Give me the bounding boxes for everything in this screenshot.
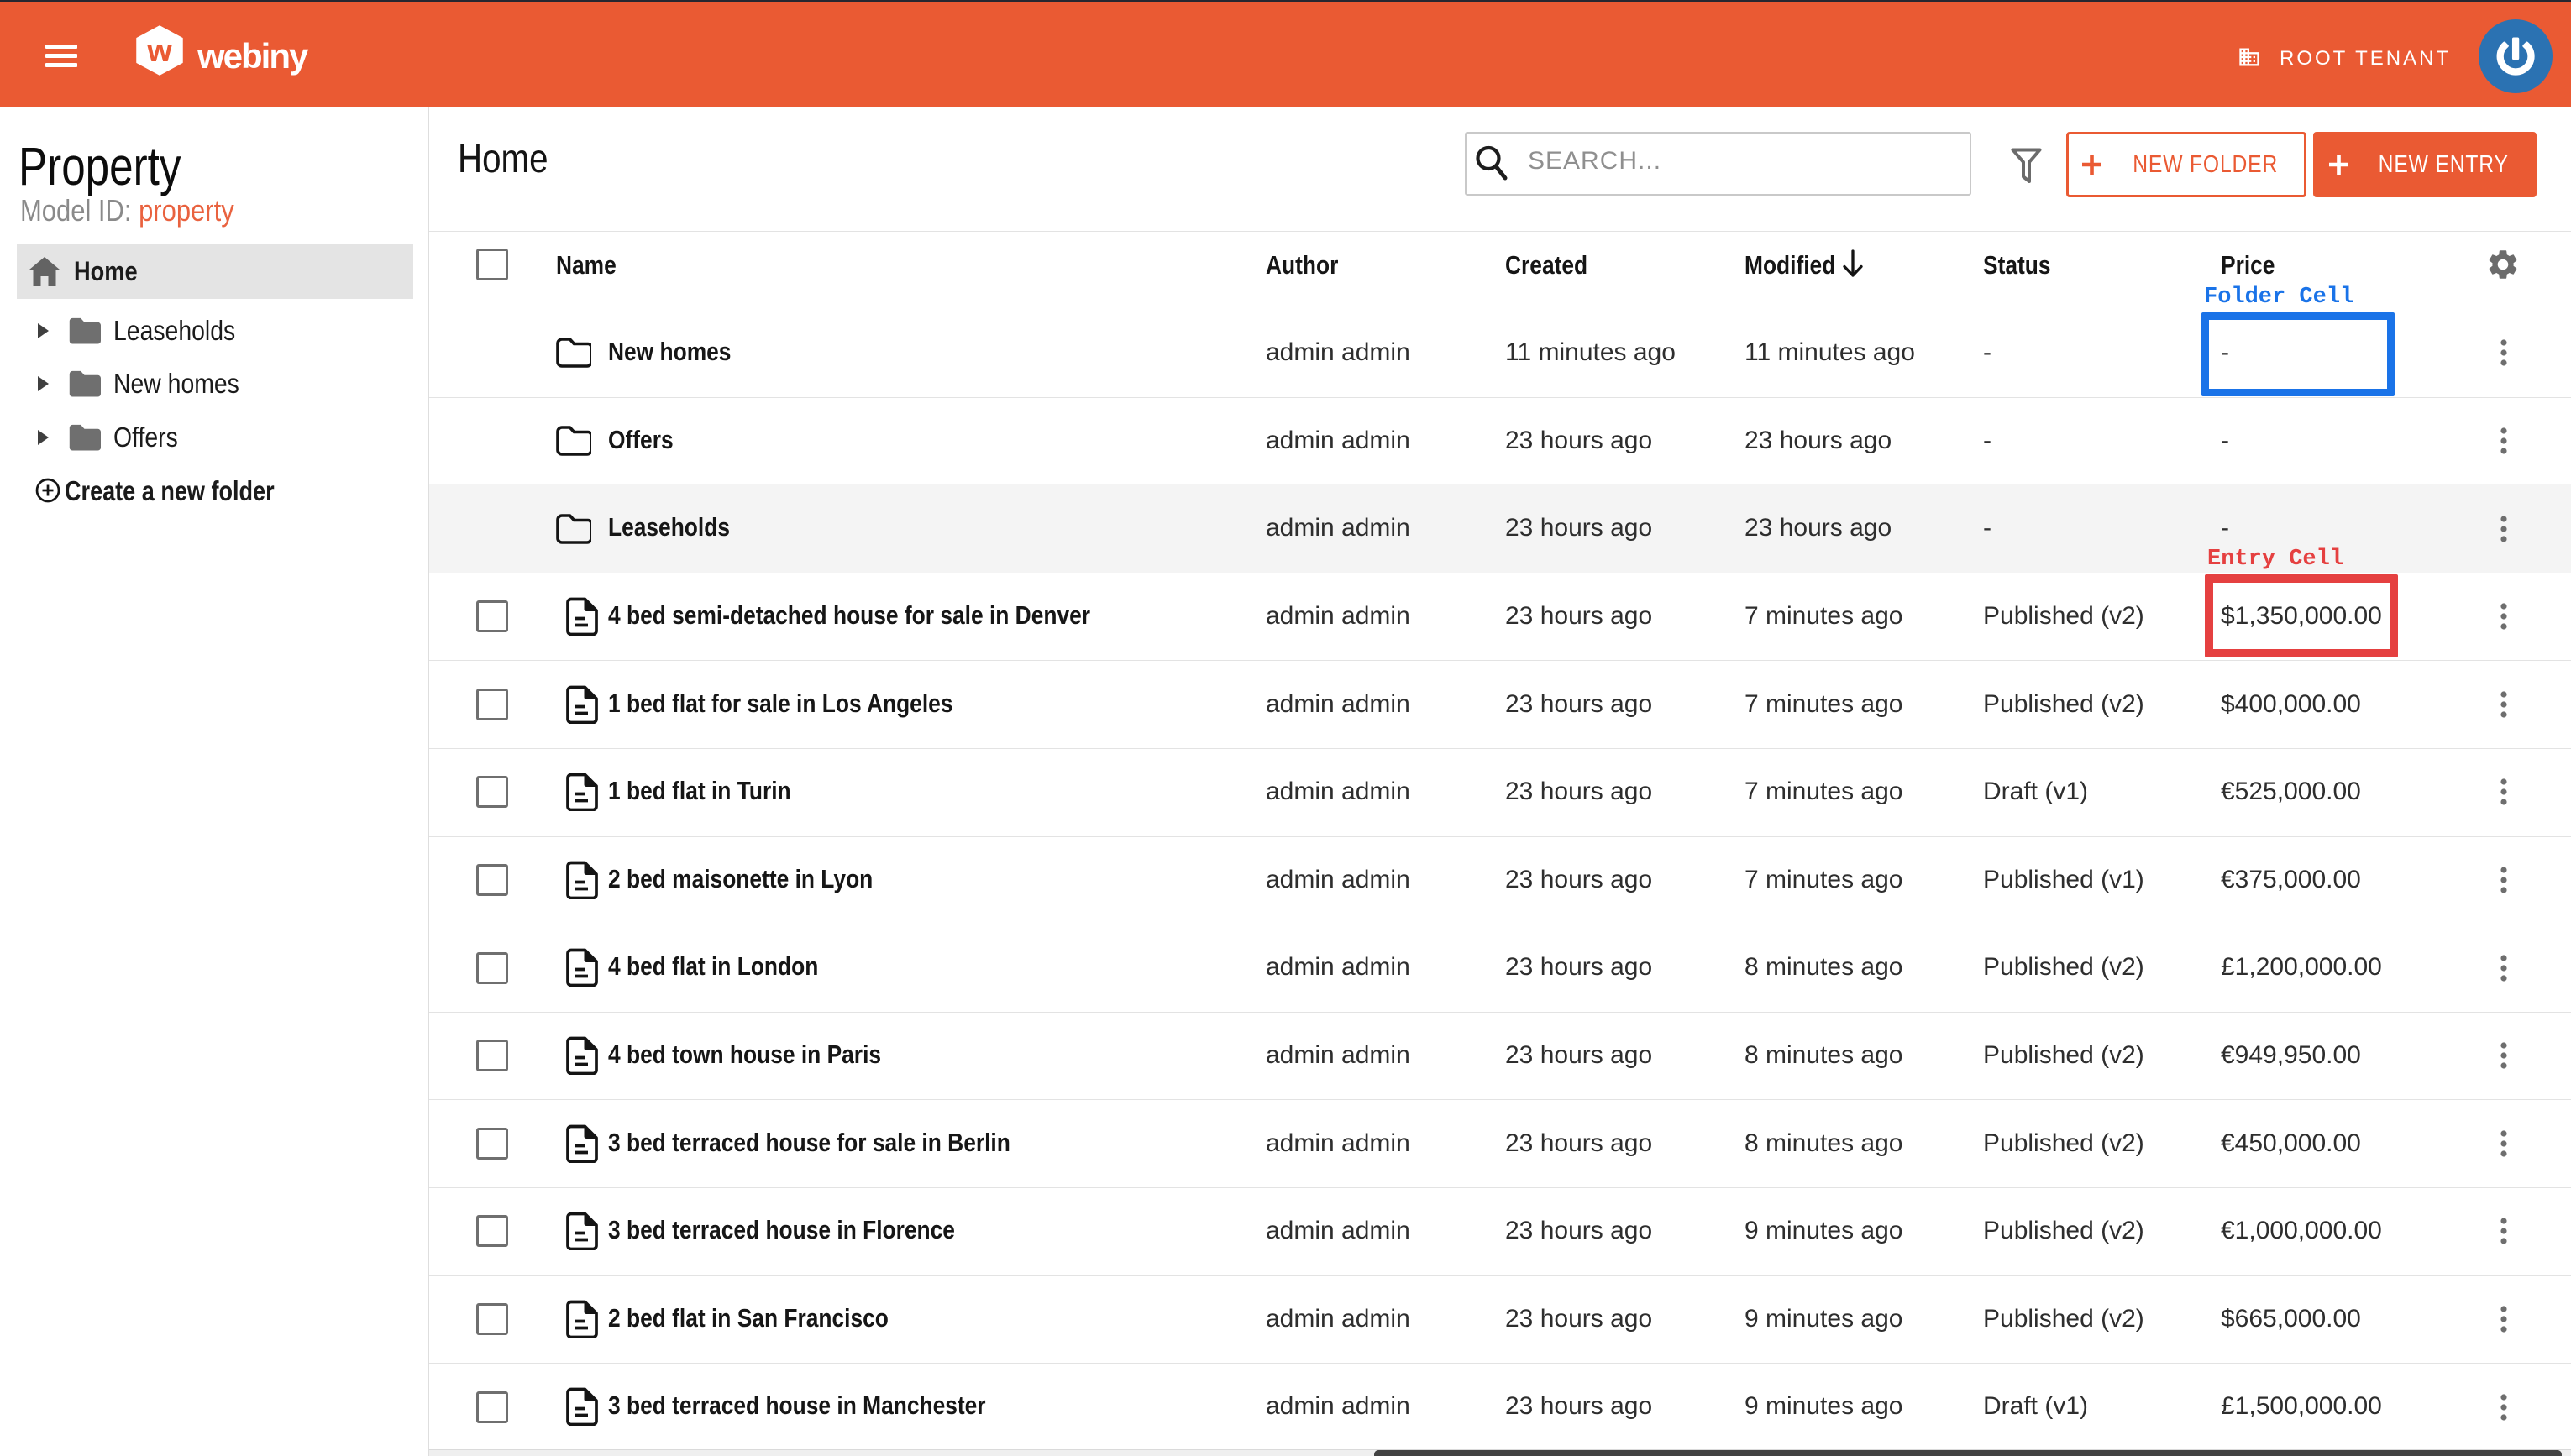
svg-text:w: w [146, 34, 172, 69]
